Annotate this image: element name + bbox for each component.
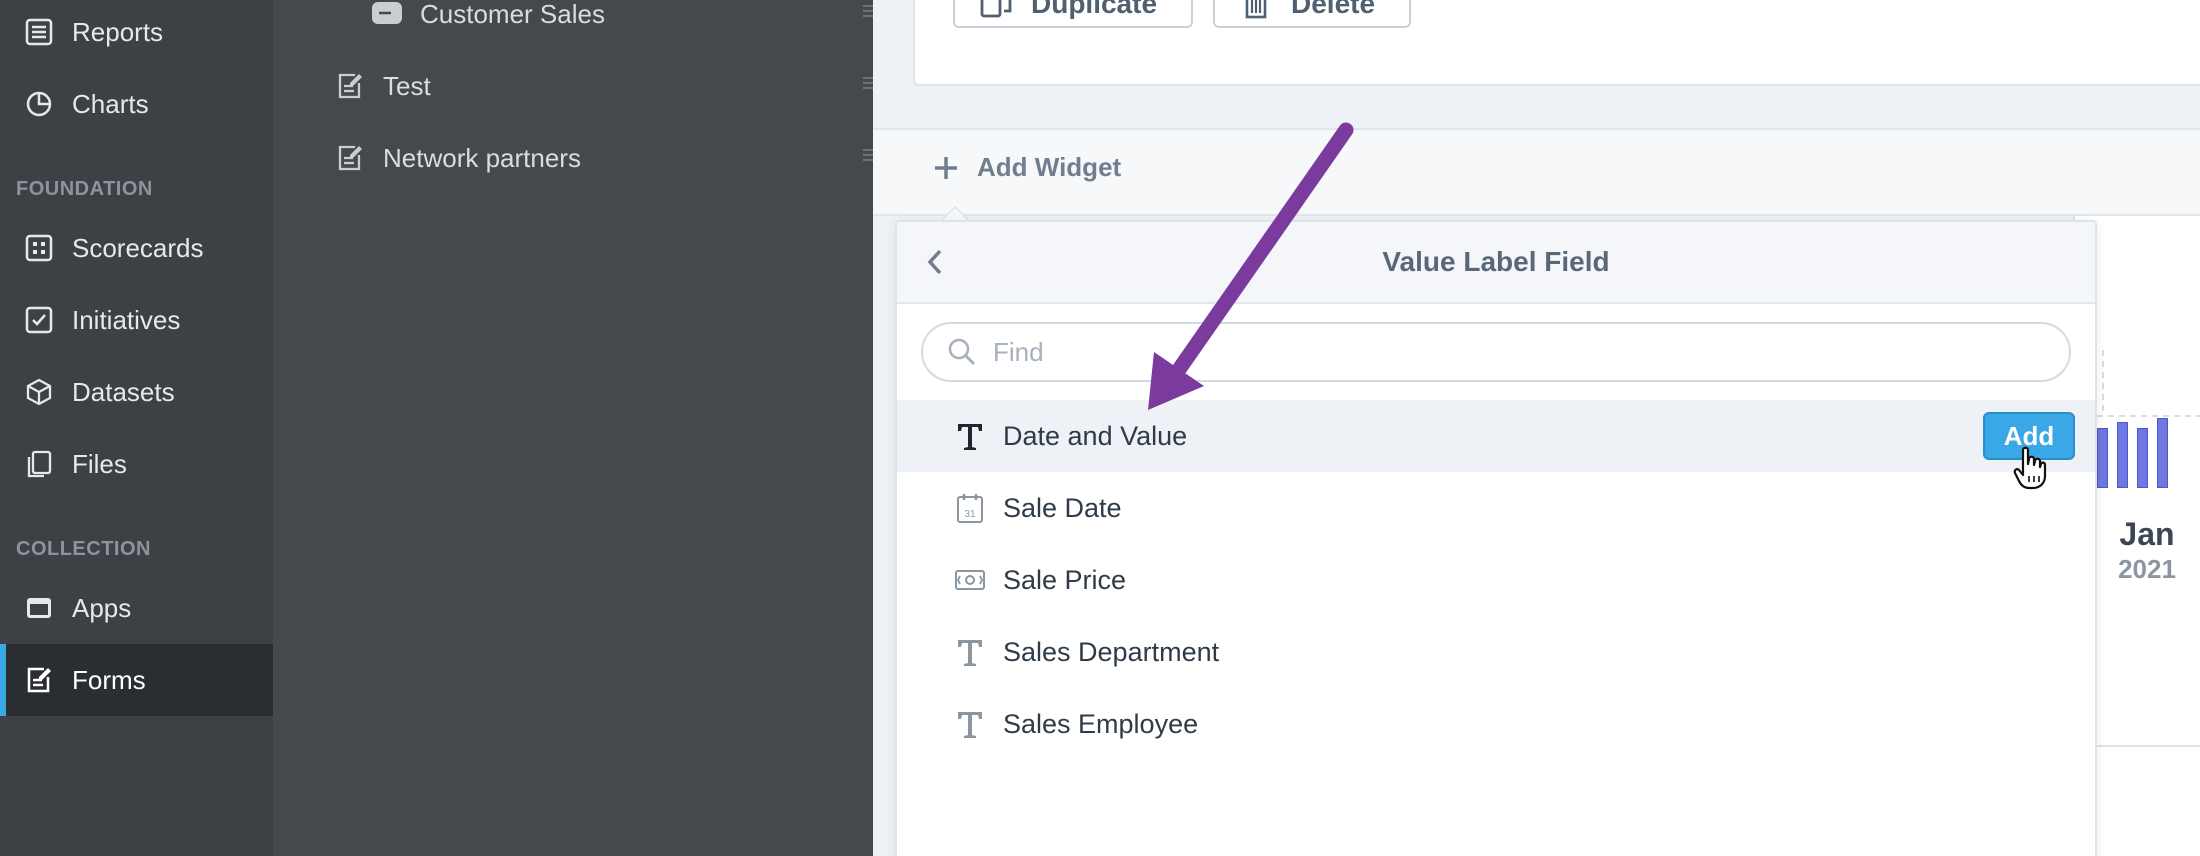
hand-cursor-icon — [2013, 446, 2047, 490]
value-label-field-picker: Value Label Field Date and Value Add 31 … — [895, 220, 2097, 856]
drag-handle-icon[interactable] — [863, 74, 873, 96]
duplicate-button[interactable]: Duplicate — [953, 0, 1193, 28]
nav-section-heading: FOUNDATION — [16, 178, 153, 200]
duplicate-button-label: Duplicate — [1031, 0, 1158, 19]
nav-item-forms[interactable]: Forms — [0, 644, 273, 716]
chart-bar — [2097, 428, 2108, 488]
nav-item-charts[interactable]: Charts — [0, 68, 273, 140]
picker-title: Value Label Field — [1382, 246, 1610, 277]
drag-handle-icon[interactable] — [863, 146, 873, 168]
forms-list-panel: Customer Sales Test Network partners — [273, 0, 873, 856]
form-list-item-label: Network partners — [383, 142, 581, 173]
form-list-item[interactable]: Customer Sales — [370, 0, 605, 32]
checkbox-icon — [22, 303, 56, 337]
nav-item-label: Initiatives — [72, 304, 181, 335]
form-list-item-label: Customer Sales — [420, 0, 605, 29]
trash-icon — [1239, 0, 1273, 21]
form-list-item[interactable]: Test — [333, 68, 431, 104]
add-widget-label: Add Widget — [977, 152, 1122, 182]
form-list-item[interactable]: Network partners — [333, 140, 581, 176]
dropdown-caret — [940, 206, 970, 221]
chart-bar — [2137, 428, 2148, 488]
duplicate-icon — [979, 0, 1013, 21]
field-option-sales-employee[interactable]: Sales Employee — [897, 688, 2095, 760]
field-option-label: Date and Value — [1003, 420, 1188, 451]
form-icon — [333, 141, 367, 175]
search-field[interactable] — [921, 322, 2071, 382]
nav-item-label: Forms — [72, 664, 146, 695]
search-icon — [945, 335, 979, 369]
nav-item-label: Files — [72, 448, 127, 479]
add-widget-button[interactable]: Add Widget — [931, 152, 1121, 183]
field-option-sales-department[interactable]: Sales Department — [897, 616, 2095, 688]
chart-bar — [2117, 422, 2128, 488]
field-option-label: Sales Employee — [1003, 708, 1199, 739]
svg-text:31: 31 — [964, 509, 976, 520]
text-type-icon — [953, 707, 987, 741]
nav-item-label: Reports — [72, 16, 164, 47]
drag-handle-icon[interactable] — [863, 2, 873, 24]
form-icon — [333, 69, 367, 103]
chart-month-label: Jan — [2119, 516, 2175, 552]
chart-year-label: 2021 — [2118, 554, 2176, 584]
nav-section-heading: COLLECTION — [16, 538, 151, 560]
widget-toolbar: Add Widget — [873, 128, 2200, 216]
field-option-label: Sale Price — [1003, 564, 1127, 595]
cube-icon — [22, 375, 56, 409]
field-option-label: Sales Department — [1003, 636, 1220, 667]
field-option-sale-date[interactable]: 31 Sale Date — [897, 472, 2095, 544]
files-icon — [22, 447, 56, 481]
pie-chart-icon — [22, 87, 56, 121]
reports-icon — [22, 15, 56, 49]
nav-item-apps[interactable]: Apps — [0, 572, 273, 644]
form-icon — [22, 663, 56, 697]
chart-bar — [2157, 418, 2168, 488]
money-icon — [953, 563, 987, 597]
text-type-icon — [953, 419, 987, 453]
calendar-icon: 31 — [953, 491, 987, 525]
nav-item-datasets[interactable]: Datasets — [0, 356, 273, 428]
form-list-item-label: Test — [383, 70, 431, 101]
nav-item-initiatives[interactable]: Initiatives — [0, 284, 273, 356]
scorecard-icon — [22, 231, 56, 265]
message-icon — [370, 0, 404, 31]
nav-item-label: Datasets — [72, 376, 175, 407]
plus-icon — [931, 153, 961, 183]
delete-button[interactable]: Delete — [1213, 0, 1411, 28]
search-input[interactable] — [993, 336, 1993, 368]
field-option-label: Sale Date — [1003, 492, 1122, 523]
chevron-left-icon[interactable] — [917, 244, 953, 280]
app-window-icon — [22, 591, 56, 625]
nav-item-reports[interactable]: Reports — [0, 0, 273, 68]
primary-sidebar: Reports Charts FOUNDATION Scorecards Ini… — [0, 0, 273, 856]
text-type-icon — [953, 635, 987, 669]
delete-button-label: Delete — [1291, 0, 1376, 19]
nav-item-scorecards[interactable]: Scorecards — [0, 212, 273, 284]
field-option-date-and-value[interactable]: Date and Value Add — [897, 400, 2095, 472]
nav-item-label: Charts — [72, 88, 149, 119]
picker-header: Value Label Field — [897, 222, 2095, 304]
nav-item-files[interactable]: Files — [0, 428, 273, 500]
nav-item-label: Scorecards — [72, 232, 204, 263]
field-option-sale-price[interactable]: Sale Price — [897, 544, 2095, 616]
form-header-card: Duplicate Delete — [913, 0, 2200, 86]
nav-item-label: Apps — [72, 592, 132, 623]
